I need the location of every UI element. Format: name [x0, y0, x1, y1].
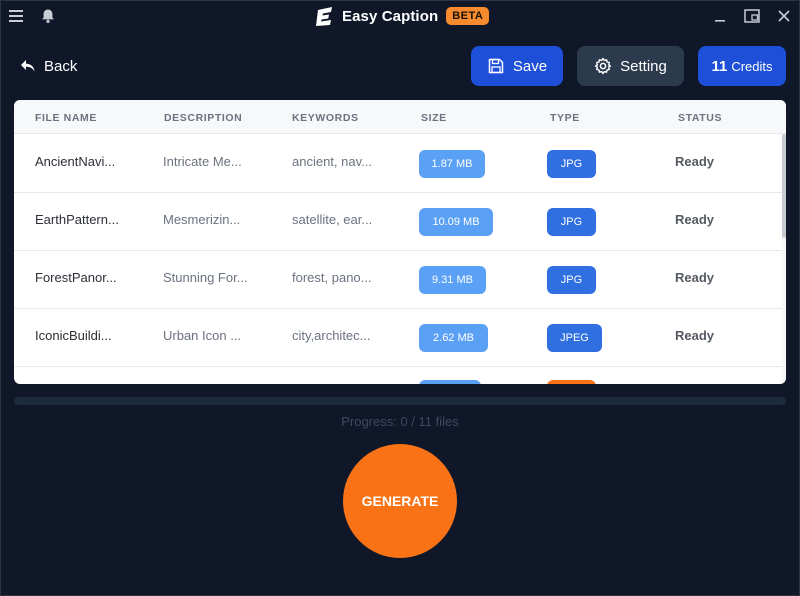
status-badge: Ready — [675, 154, 715, 169]
credits-button[interactable]: 11 Credits — [698, 46, 786, 86]
back-button[interactable]: Back — [20, 56, 77, 76]
app-name: Easy Caption — [342, 7, 439, 25]
app-brand: Easy Caption BETA — [314, 5, 490, 27]
keywords-cell: satellite, ear... — [292, 212, 373, 227]
size-badge: 9.31 MB — [419, 266, 486, 294]
easy-caption-logo-icon — [316, 7, 332, 26]
save-label: Save — [512, 57, 548, 75]
keywords-cell: forest, pano... — [292, 270, 372, 285]
status-badge: Ready — [675, 270, 715, 285]
generate-label: GENERATE — [361, 493, 439, 509]
description-cell: Intricate Me... — [163, 154, 242, 169]
table-row[interactable] — [14, 367, 782, 384]
size-badge: 1.87 MB — [419, 150, 485, 178]
status-badge: Ready — [675, 212, 715, 227]
column-header-status[interactable]: STATUS — [678, 112, 722, 124]
description-cell: Mesmerizin... — [163, 212, 241, 227]
type-badge: JPEG — [547, 324, 602, 352]
minimize-icon[interactable] — [710, 6, 730, 26]
back-label: Back — [44, 57, 78, 75]
size-badge: 10.09 MB — [419, 208, 493, 236]
close-icon[interactable] — [774, 6, 794, 26]
credits-label: Credits — [731, 58, 773, 74]
file-name-cell: ForestPanor... — [35, 270, 117, 285]
setting-label: Setting — [620, 57, 667, 75]
restore-icon[interactable] — [742, 6, 762, 26]
column-header-size[interactable]: SIZE — [421, 112, 447, 124]
back-arrow-icon — [21, 60, 35, 72]
type-badge: JPG — [547, 266, 596, 294]
hamburger-icon[interactable] — [6, 6, 26, 26]
credits-count: 11 — [711, 57, 728, 75]
table-row[interactable]: ForestPanor... Stunning For... forest, p… — [14, 251, 782, 309]
description-cell: Stunning For... — [163, 270, 248, 285]
type-badge: JPG — [547, 208, 596, 236]
table-scrollbar-thumb[interactable] — [782, 134, 786, 238]
files-table: FILE NAME DESCRIPTION KEYWORDS SIZE TYPE… — [14, 100, 786, 384]
beta-badge: BETA — [446, 7, 490, 25]
size-badge — [419, 380, 481, 384]
file-name-cell: IconicBuildi... — [35, 328, 112, 343]
table-row[interactable]: IconicBuildi... Urban Icon ... city,arch… — [14, 309, 782, 367]
progress-text: Progress: 0 / 11 files — [341, 414, 459, 429]
type-badge: JPG — [547, 150, 596, 178]
file-name-cell: AncientNavi... — [35, 154, 116, 169]
table-row[interactable]: EarthPattern... Mesmerizin... satellite,… — [14, 193, 782, 251]
file-name-cell: EarthPattern... — [35, 212, 119, 227]
keywords-cell: ancient, nav... — [292, 154, 372, 169]
table-row[interactable]: AncientNavi... Intricate Me... ancient, … — [14, 135, 782, 193]
type-badge — [547, 380, 596, 384]
gear-icon — [594, 57, 612, 75]
bell-icon[interactable] — [38, 6, 58, 26]
column-header-file-name[interactable]: FILE NAME — [35, 112, 97, 124]
save-button[interactable]: Save — [471, 46, 563, 86]
description-cell: Urban Icon ... — [163, 328, 242, 343]
status-badge: Ready — [675, 328, 715, 343]
column-header-type[interactable]: TYPE — [550, 112, 580, 124]
column-header-description[interactable]: DESCRIPTION — [164, 112, 242, 124]
keywords-cell: city,architec... — [292, 328, 371, 343]
table-header: FILE NAME DESCRIPTION KEYWORDS SIZE TYPE… — [14, 100, 786, 134]
save-icon — [487, 57, 505, 75]
size-badge: 2.62 MB — [419, 324, 488, 352]
title-bar: Easy Caption BETA — [0, 0, 800, 32]
generate-button[interactable]: GENERATE — [343, 444, 457, 558]
column-header-keywords[interactable]: KEYWORDS — [292, 112, 359, 124]
setting-button[interactable]: Setting — [577, 46, 684, 86]
progress-bar — [14, 397, 786, 405]
